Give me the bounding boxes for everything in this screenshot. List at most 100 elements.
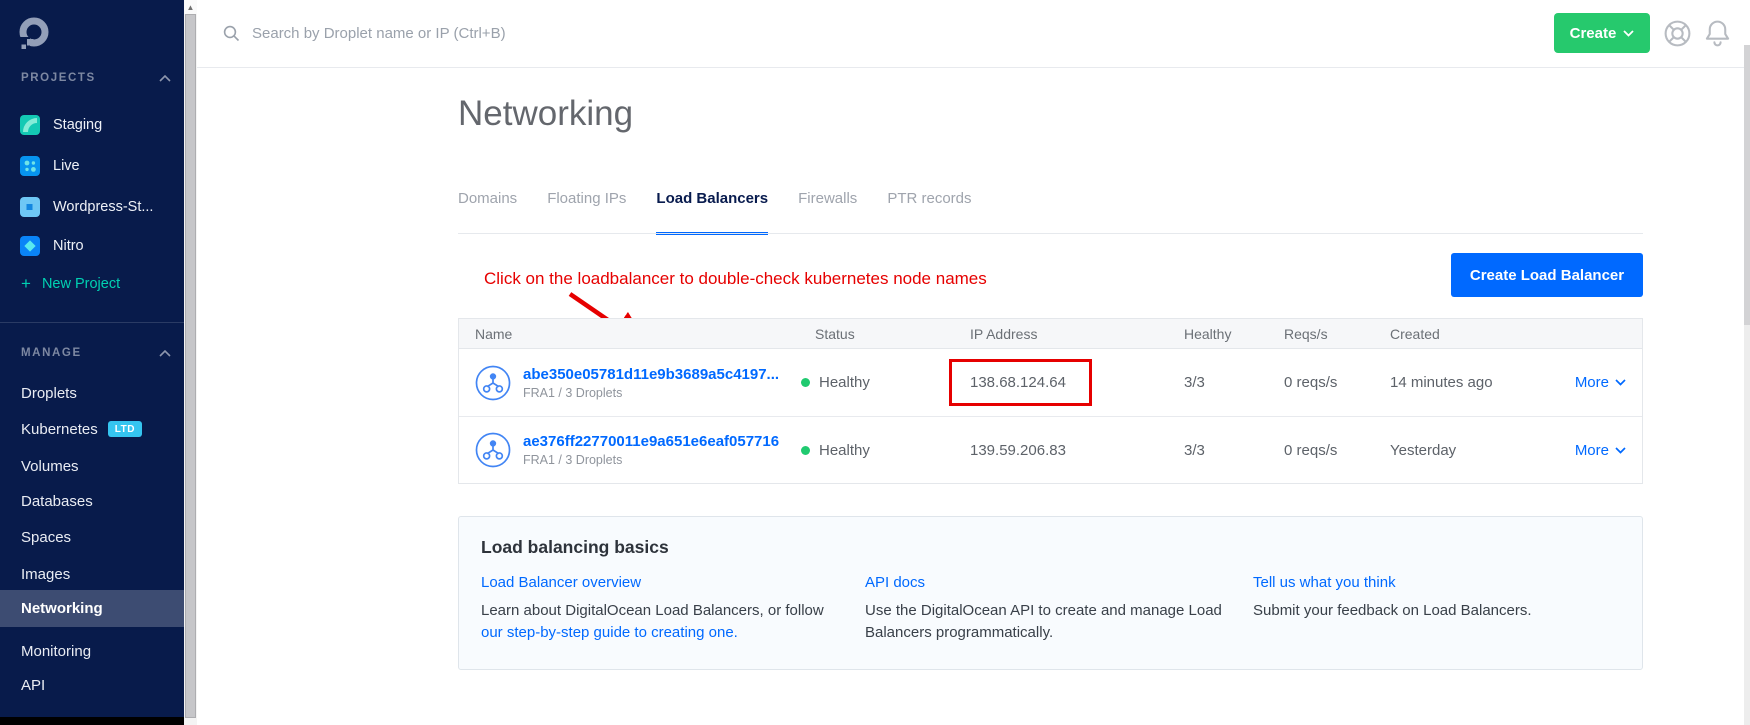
project-wordpress-icon (20, 197, 40, 217)
status-label: Healthy (819, 442, 870, 459)
manage-label: Networking (21, 600, 103, 617)
create-button-label: Create (1570, 25, 1617, 42)
ltd-badge: LTD (108, 421, 142, 437)
sidebar-scrollbar[interactable]: ▲ (184, 0, 197, 725)
project-label: Wordpress-St... (53, 199, 153, 215)
project-live-icon (20, 156, 40, 176)
table-header-row: Name Status IP Address Healthy Reqs/s Cr… (459, 319, 1642, 349)
create-button[interactable]: Create (1554, 13, 1650, 53)
healthy-status-dot (801, 378, 810, 387)
basics-text: Learn about DigitalOcean Load Balancers,… (481, 602, 824, 619)
page-scrollbar[interactable] (1744, 45, 1750, 725)
notifications-bell-icon[interactable] (1703, 17, 1732, 54)
search-input[interactable] (252, 25, 1092, 42)
sidebar-item-droplets[interactable]: Droplets (0, 381, 184, 405)
step-by-step-guide-link[interactable]: our step-by-step guide to creating one. (481, 624, 738, 641)
load-balancer-meta: FRA1 / 3 Droplets (523, 386, 779, 400)
sidebar-item-networking[interactable]: Networking (0, 590, 184, 627)
manage-label: Databases (21, 493, 93, 510)
column-header-healthy: Healthy (1184, 326, 1284, 342)
digitalocean-logo-icon[interactable] (16, 15, 52, 56)
healthy-count: 3/3 (1184, 374, 1284, 391)
more-label: More (1575, 374, 1609, 391)
sidebar-item-databases[interactable]: Databases (0, 489, 184, 513)
tab-floating-ips[interactable]: Floating IPs (547, 190, 626, 235)
load-balancer-overview-link[interactable]: Load Balancer overview (481, 574, 853, 591)
page-title: Networking (458, 94, 633, 134)
project-label: Staging (53, 117, 102, 133)
basics-column-api: API docs Use the DigitalOcean API to cre… (865, 574, 1237, 643)
feedback-link[interactable]: Tell us what you think (1253, 574, 1625, 591)
tab-ptr-records[interactable]: PTR records (887, 190, 971, 235)
manage-label: Spaces (21, 529, 71, 546)
table-row[interactable]: ae376ff22770011e9a651e6eaf057716 FRA1 / … (459, 416, 1642, 483)
sidebar-item-api[interactable]: API (0, 673, 184, 697)
projects-section-header[interactable]: PROJECTS (21, 72, 171, 84)
scrollbar-thumb[interactable] (185, 14, 196, 718)
tab-load-balancers[interactable]: Load Balancers (656, 190, 768, 235)
more-menu-button[interactable]: More (1569, 374, 1642, 391)
sidebar-item-kubernetes[interactable]: Kubernetes LTD (0, 417, 184, 441)
sidebar-item-images[interactable]: Images (0, 562, 184, 586)
basics-text: Submit your feedback on Load Balancers. (1253, 602, 1532, 619)
create-load-balancer-button[interactable]: Create Load Balancer (1451, 253, 1643, 297)
load-balancer-meta: FRA1 / 3 Droplets (523, 453, 779, 467)
annotation-text: Click on the loadbalancer to double-chec… (484, 269, 987, 289)
created-time: Yesterday (1390, 442, 1569, 459)
sidebar-item-wordpress[interactable]: Wordpress-St... (20, 197, 153, 217)
column-header-created: Created (1390, 326, 1569, 342)
sidebar-item-live[interactable]: Live (20, 156, 80, 176)
manage-label: Volumes (21, 458, 79, 475)
load-balancing-basics-card: Load balancing basics Load Balancer over… (458, 516, 1643, 670)
manage-label: Droplets (21, 385, 77, 402)
manage-label: API (21, 677, 45, 694)
healthy-count: 3/3 (1184, 442, 1284, 459)
help-lifebuoy-icon[interactable] (1662, 18, 1693, 54)
manage-label: Images (21, 566, 70, 583)
tab-firewalls[interactable]: Firewalls (798, 190, 857, 235)
created-time: 14 minutes ago (1390, 374, 1569, 391)
load-balancer-name-link[interactable]: abe350e05781d11e9b3689a5c4197... (523, 366, 779, 383)
tab-domains[interactable]: Domains (458, 190, 517, 235)
basics-text: Use the DigitalOcean API to create and m… (865, 602, 1222, 641)
sidebar-item-spaces[interactable]: Spaces (0, 525, 184, 549)
chevron-up-icon (159, 75, 171, 82)
networking-tabs: Domains Floating IPs Load Balancers Fire… (458, 190, 972, 235)
more-menu-button[interactable]: More (1569, 442, 1642, 459)
manage-label: Kubernetes (21, 421, 98, 438)
ip-address: 139.59.206.83 (970, 442, 1184, 459)
project-staging-icon (20, 115, 40, 135)
chevron-down-icon (1623, 30, 1634, 37)
column-header-name: Name (459, 326, 815, 342)
manage-section-header[interactable]: MANAGE (21, 347, 171, 359)
digitalocean-control-panel: PROJECTS Staging Live Wordpress-St... (0, 0, 1750, 725)
sidebar: PROJECTS Staging Live Wordpress-St... (0, 0, 184, 725)
sidebar-item-monitoring[interactable]: Monitoring (0, 639, 184, 663)
global-search[interactable] (223, 0, 1123, 67)
basics-column-overview: Load Balancer overview Learn about Digit… (481, 574, 853, 643)
scroll-up-arrow-icon[interactable]: ▲ (184, 0, 197, 14)
chevron-up-icon (159, 350, 171, 357)
manage-label: Monitoring (21, 643, 91, 660)
project-label: Live (53, 158, 80, 174)
bottom-black-strip (0, 717, 184, 725)
sidebar-item-nitro[interactable]: Nitro (20, 236, 84, 256)
load-balancer-name-link[interactable]: ae376ff22770011e9a651e6eaf057716 (523, 433, 779, 450)
plus-icon: + (21, 275, 31, 292)
requests-rate: 0 reqs/s (1284, 442, 1390, 459)
basics-title: Load balancing basics (481, 537, 669, 558)
status-label: Healthy (819, 374, 870, 391)
basics-column-feedback: Tell us what you think Submit your feedb… (1253, 574, 1625, 622)
chevron-down-icon (1615, 379, 1626, 386)
project-label: Nitro (53, 238, 84, 254)
load-balancer-icon (475, 365, 511, 401)
sidebar-item-volumes[interactable]: Volumes (0, 454, 184, 478)
sidebar-divider (0, 322, 184, 323)
chevron-down-icon (1615, 447, 1626, 454)
api-docs-link[interactable]: API docs (865, 574, 1237, 591)
new-project-button[interactable]: + New Project (21, 275, 120, 292)
page-scrollbar-thumb[interactable] (1744, 45, 1750, 325)
healthy-status-dot (801, 446, 810, 455)
sidebar-item-staging[interactable]: Staging (20, 115, 102, 135)
search-icon (223, 25, 240, 42)
